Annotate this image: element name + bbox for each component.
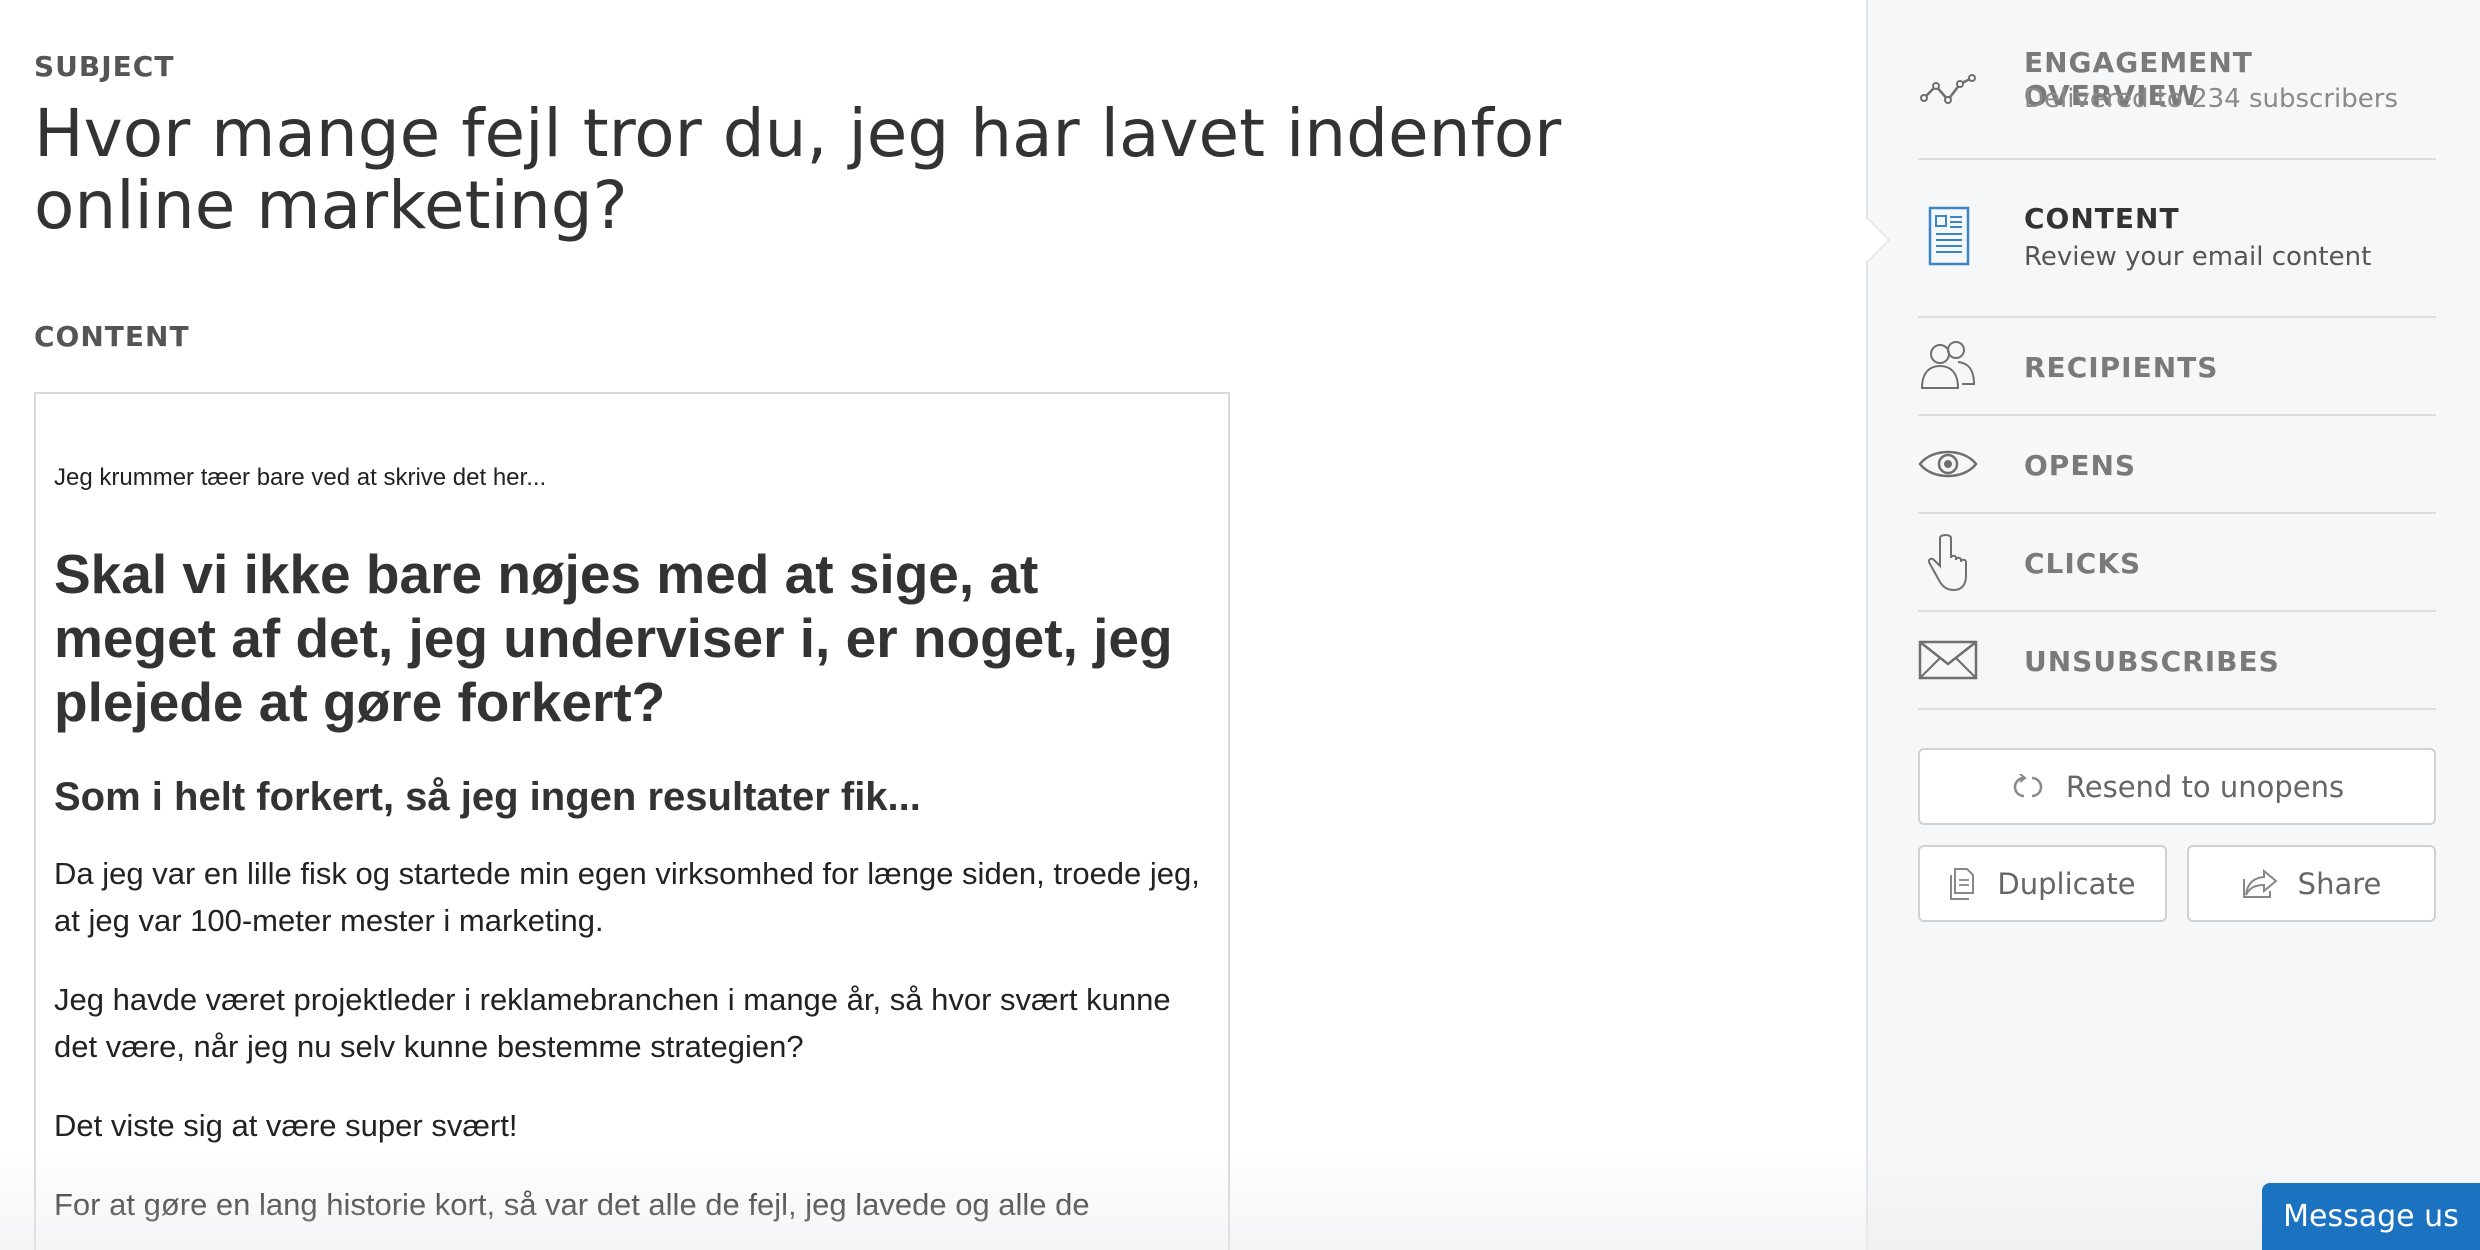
page: SUBJECT Hvor mange fejl tror du, jeg har… [0,0,2480,1250]
subject-title: Hvor mange fejl tror du, jeg har lavet i… [34,95,1562,244]
sidebar-item-content[interactable]: CONTENT Review your email content [1918,160,2436,318]
sidebar-item-title: CLICKS [2024,547,2142,580]
email-heading-2: Som i helt forkert, så jeg ingen resulta… [54,775,921,819]
resend-button-label: Resend to unopens [2065,769,2345,804]
share-icon [2242,868,2278,898]
sidebar-item-title: OPENS [2024,449,2137,482]
document-icon [1928,206,1970,266]
sidebar-item-opens[interactable]: OPENS [1918,416,2436,514]
active-pointer [1866,218,1888,262]
sidebar-item-subtitle: Review your email content [2024,242,2372,272]
sidebar-item-title: RECIPIENTS [2024,351,2219,384]
subject-label: SUBJECT [34,50,175,83]
share-button-label: Share [2297,866,2382,901]
chart-line-icon [1920,74,1976,104]
message-us-button[interactable]: Message us [2262,1183,2480,1250]
email-body: Jeg krummer tæer bare ved at skrive det … [36,394,1228,1228]
pointer-hand-icon [1927,534,1967,592]
resend-to-unopens-button[interactable]: Resend to unopens [1918,748,2436,825]
resend-icon [2013,773,2043,797]
duplicate-button[interactable]: Duplicate [1918,845,2167,922]
main-panel: SUBJECT Hvor mange fejl tror du, jeg har… [0,0,1866,1250]
email-paragraph: Da jeg var en lille fisk og startede min… [54,856,1200,938]
users-icon [1920,341,1976,389]
duplicate-button-label: Duplicate [1997,866,2136,901]
sidebar-item-engagement-overview[interactable]: ENGAGEMENT OVERVIEW Delivered to 234 sub… [1918,36,2436,160]
email-paragraph: Jeg havde været projektleder i reklamebr… [54,982,1171,1064]
report-sidebar: ENGAGEMENT OVERVIEW Delivered to 234 sub… [1866,0,2480,1250]
duplicate-icon [1950,867,1975,900]
sidebar-item-unsubscribes[interactable]: UNSUBSCRIBES [1918,612,2436,710]
email-preheader: Jeg krummer tæer bare ved at skrive det … [54,464,547,491]
share-button[interactable]: Share [2187,845,2436,922]
sidebar-item-title: CONTENT [2024,202,2180,235]
eye-icon [1918,450,1978,478]
sidebar-item-clicks[interactable]: CLICKS [1918,514,2436,612]
email-paragraph: Det viste sig at være super svært! [54,1108,518,1143]
sidebar-item-recipients[interactable]: RECIPIENTS [1918,318,2436,416]
email-paragraph: For at gøre en lang historie kort, så va… [54,1187,1090,1222]
content-label: CONTENT [34,320,190,353]
email-preview[interactable]: Jeg krummer tæer bare ved at skrive det … [34,392,1230,1250]
sidebar-item-subtitle: Delivered to 234 subscribers [2024,84,2399,114]
envelope-icon [1918,640,1978,680]
sidebar-item-title: UNSUBSCRIBES [2024,645,2280,678]
email-heading-1: Skal vi ikke bare nøjes med at sige, at … [54,543,1173,733]
